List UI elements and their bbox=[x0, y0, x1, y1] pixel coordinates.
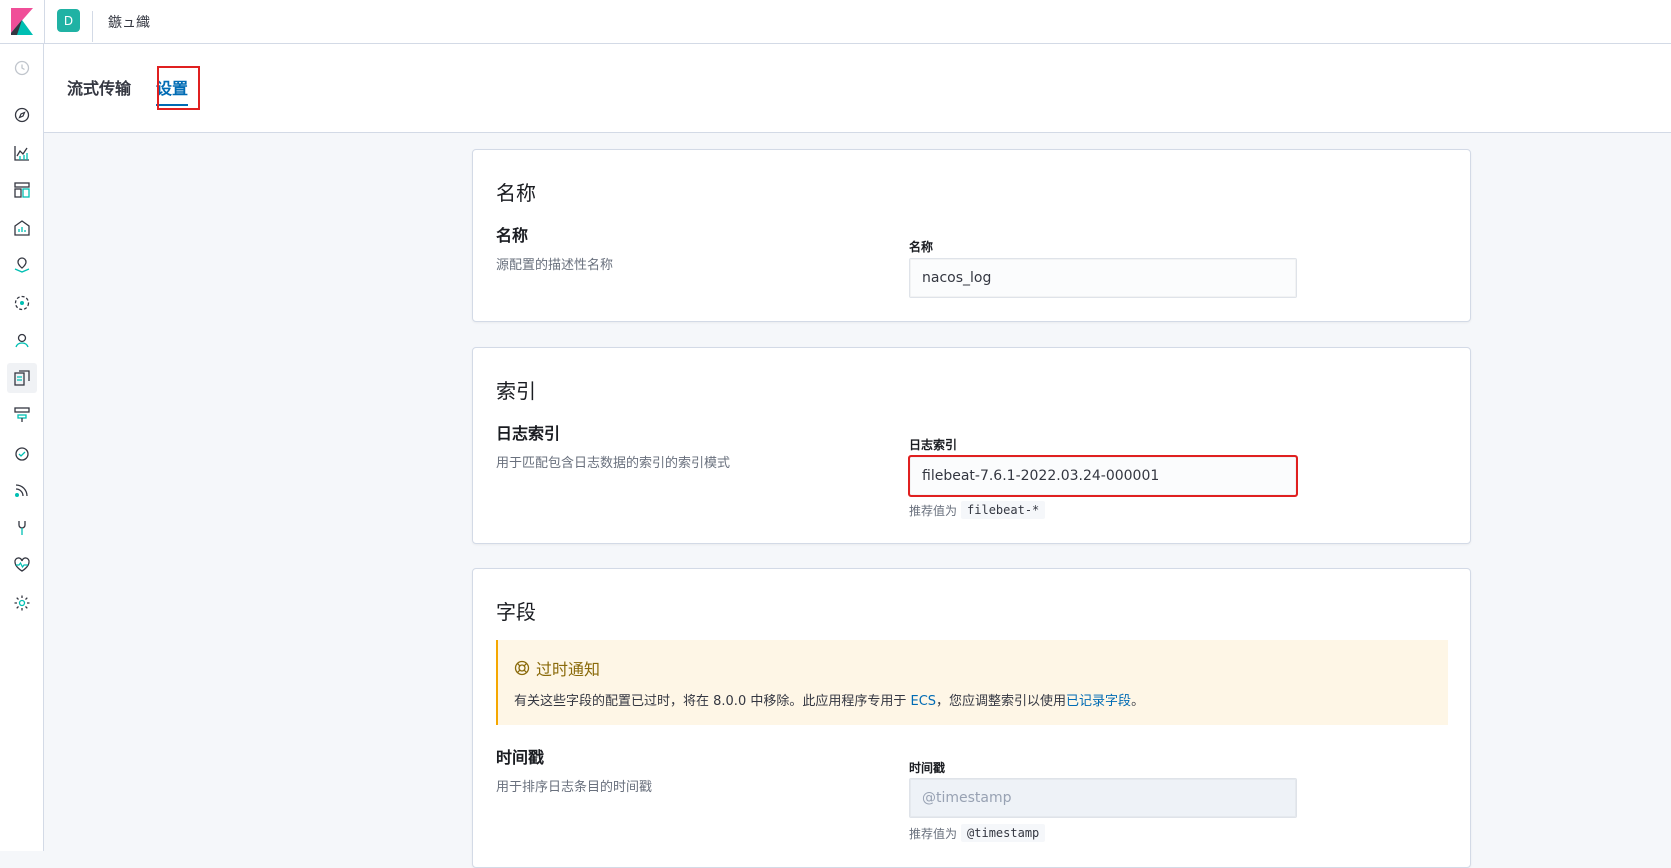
index-panel: 索引 日志索引 用于匹配包含日志数据的索引的索引模式 日志索引 filebeat… bbox=[472, 347, 1471, 544]
form-label: 时间戳 bbox=[909, 761, 946, 775]
visualize-icon[interactable] bbox=[7, 138, 37, 168]
field-title: 日志索引 bbox=[496, 424, 561, 443]
breadcrumb-divider bbox=[92, 11, 93, 42]
dashboard-icon[interactable] bbox=[7, 175, 37, 205]
callout-text: ，您应调整索引以使用 bbox=[936, 694, 1067, 709]
kibana-logo-icon[interactable] bbox=[11, 8, 33, 35]
form-label: 名称 bbox=[909, 240, 934, 254]
help-text: 推荐值为 @timestamp bbox=[909, 824, 1046, 842]
form-label: 日志索引 bbox=[909, 438, 958, 452]
documented-fields-link[interactable]: 已记录字段 bbox=[1066, 694, 1131, 709]
machine-learning-icon[interactable] bbox=[7, 288, 37, 318]
name-input[interactable]: nacos_log bbox=[909, 258, 1297, 298]
ecs-link[interactable]: ECS bbox=[910, 694, 936, 709]
stack-monitoring-icon[interactable] bbox=[7, 550, 37, 580]
management-icon[interactable] bbox=[7, 588, 37, 618]
side-nav bbox=[0, 44, 44, 851]
tab-settings-highlight bbox=[157, 66, 200, 110]
siem-icon[interactable] bbox=[7, 325, 37, 355]
callout-title: 过时通知 bbox=[514, 656, 600, 680]
panel-title: 名称 bbox=[496, 181, 536, 205]
uptime-icon[interactable] bbox=[7, 475, 37, 505]
apm-icon[interactable] bbox=[7, 438, 37, 468]
panel-title: 字段 bbox=[496, 600, 536, 624]
help-text: 推荐值为 filebeat-* bbox=[909, 501, 1046, 519]
app-header: 流式传输 设置 bbox=[44, 44, 1671, 133]
callout-text: 。 bbox=[1131, 694, 1145, 709]
help-code: filebeat-* bbox=[961, 501, 1046, 519]
help-lifebuoy-icon bbox=[514, 660, 530, 676]
timestamp-input[interactable]: @timestamp bbox=[909, 778, 1297, 818]
top-header: D 鏃ュ織 bbox=[0, 0, 1671, 44]
space-avatar[interactable]: D bbox=[57, 9, 80, 32]
help-prefix: 推荐值为 bbox=[909, 503, 958, 518]
name-panel: 名称 名称 源配置的描述性名称 名称 nacos_log bbox=[472, 149, 1471, 322]
help-code: @timestamp bbox=[961, 824, 1046, 842]
panel-title: 索引 bbox=[496, 379, 536, 403]
field-description: 源配置的描述性名称 bbox=[496, 258, 614, 273]
callout-text: 有关这些字段的配置已过时，将在 8.0.0 中移除。此应用程序专用于 bbox=[514, 694, 907, 709]
breadcrumb[interactable]: 鏃ュ織 bbox=[108, 12, 150, 32]
log-index-input[interactable]: filebeat-7.6.1-2022.03.24-000001 bbox=[908, 455, 1298, 497]
header-divider bbox=[44, 0, 45, 44]
infrastructure-icon[interactable] bbox=[7, 400, 37, 430]
logs-icon[interactable] bbox=[7, 363, 37, 393]
callout-title-text: 过时通知 bbox=[536, 660, 601, 679]
dev-tools-icon[interactable] bbox=[7, 513, 37, 543]
help-prefix: 推荐值为 bbox=[909, 826, 958, 841]
field-description: 用于排序日志条目的时间戳 bbox=[496, 780, 653, 795]
fields-panel: 字段 过时通知 有关这些字段的配置已过时，将在 8.0.0 中移除。此应用程序专… bbox=[472, 568, 1471, 868]
tab-stream[interactable]: 流式传输 bbox=[67, 75, 131, 99]
discover-icon[interactable] bbox=[7, 100, 37, 130]
recently-viewed-icon[interactable] bbox=[7, 53, 37, 83]
deprecation-callout: 过时通知 有关这些字段的配置已过时，将在 8.0.0 中移除。此应用程序专用于 … bbox=[496, 640, 1448, 725]
callout-body: 有关这些字段的配置已过时，将在 8.0.0 中移除。此应用程序专用于 ECS，您… bbox=[514, 690, 1144, 709]
field-description: 用于匹配包含日志数据的索引的索引模式 bbox=[496, 456, 731, 471]
maps-icon[interactable] bbox=[7, 250, 37, 280]
canvas-icon[interactable] bbox=[7, 213, 37, 243]
field-title: 时间戳 bbox=[496, 748, 545, 767]
field-title: 名称 bbox=[496, 226, 529, 245]
